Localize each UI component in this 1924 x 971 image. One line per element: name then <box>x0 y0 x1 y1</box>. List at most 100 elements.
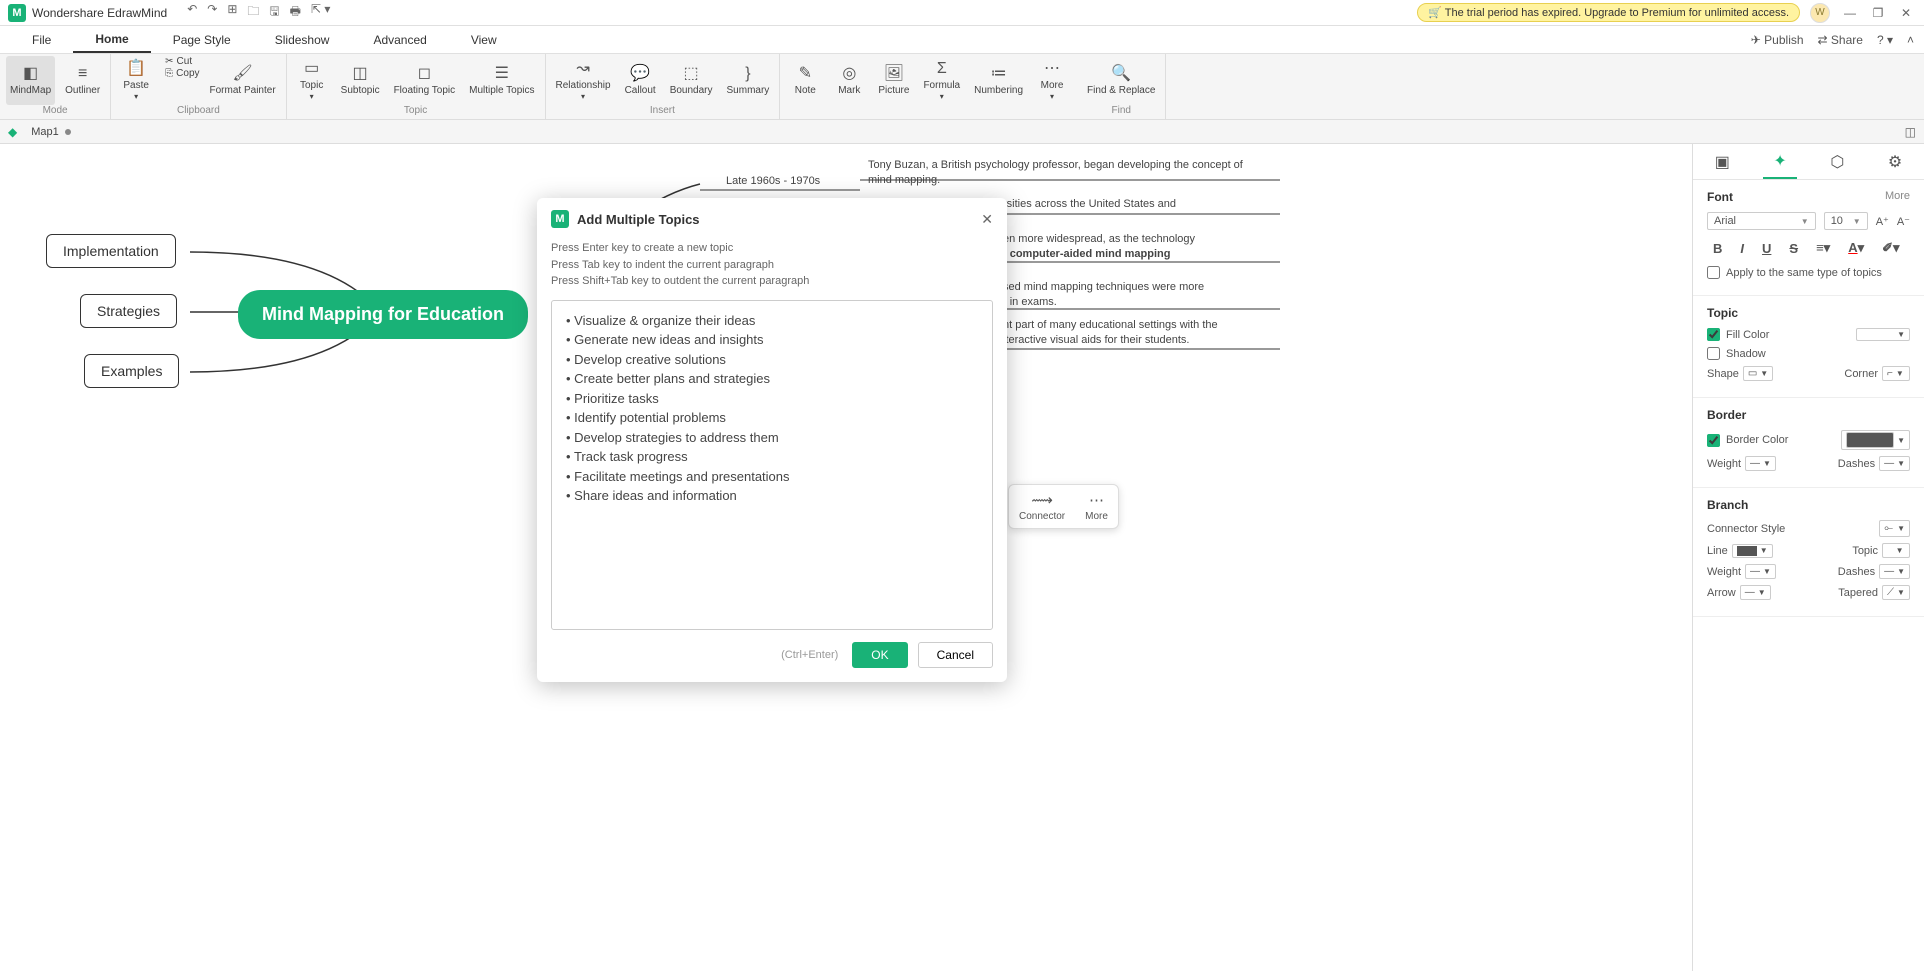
fill-color-select[interactable]: ▼ <box>1856 328 1910 341</box>
minimize-icon[interactable]: — <box>1840 6 1860 20</box>
node-strategies[interactable]: Strategies <box>80 294 177 328</box>
branch-topic-select[interactable]: ▼ <box>1882 543 1910 558</box>
copy-button[interactable]: ⎘ Copy <box>165 68 199 79</box>
border-dashes-select[interactable]: — ▼ <box>1879 456 1910 471</box>
italic-icon[interactable]: I <box>1734 237 1750 260</box>
format-painter-button[interactable]: 🖌Format Painter <box>206 56 280 105</box>
share-button[interactable]: ⇄ Share <box>1818 33 1863 47</box>
branch-dashes-select[interactable]: — ▼ <box>1879 564 1910 579</box>
font-decrease-icon[interactable]: A⁻ <box>1897 215 1910 228</box>
note-button[interactable]: ✎Note <box>786 56 824 105</box>
subtopic-button[interactable]: ◫Subtopic <box>337 56 384 105</box>
corner-select[interactable]: ⌐ ▼ <box>1882 366 1910 381</box>
branch-line-select[interactable]: ▼ <box>1732 544 1773 558</box>
save-icon[interactable]: 🖫 <box>269 2 279 23</box>
document-tab[interactable]: Map1 <box>21 124 81 140</box>
paste-button[interactable]: 📋Paste▾ <box>117 56 155 105</box>
underline-icon[interactable]: U <box>1756 237 1777 260</box>
panel-toggle-icon[interactable]: ◫ <box>1905 125 1916 139</box>
mode-outliner-button[interactable]: ≡Outliner <box>61 56 104 105</box>
print-icon[interactable]: 🖶 <box>290 2 301 23</box>
node-implementation[interactable]: Implementation <box>46 234 176 268</box>
tab-home[interactable]: Home <box>73 26 150 53</box>
relationship-button[interactable]: ↝Relationship▾ <box>552 56 615 105</box>
callout-button[interactable]: 💬Callout <box>621 56 660 105</box>
formula-button[interactable]: ΣFormula▾ <box>919 56 964 105</box>
branch-arrow-select[interactable]: — ▼ <box>1740 585 1771 600</box>
topic-item[interactable]: Create better plans and strategies <box>566 369 978 389</box>
ok-button[interactable]: OK <box>852 642 907 668</box>
bold-icon[interactable]: B <box>1707 237 1728 260</box>
shape-select[interactable]: ▭ ▼ <box>1743 366 1773 381</box>
help-icon[interactable]: ? ▾ <box>1877 33 1893 47</box>
topic-item[interactable]: Prioritize tasks <box>566 389 978 409</box>
topic-item[interactable]: Share ideas and information <box>566 486 978 506</box>
trial-banner[interactable]: 🛒 The trial period has expired. Upgrade … <box>1417 3 1800 22</box>
font-size-select[interactable]: 10▼ <box>1824 212 1868 230</box>
float-more-button[interactable]: ⋯More <box>1075 485 1118 528</box>
close-window-icon[interactable]: ✕ <box>1896 6 1916 20</box>
text-line4[interactable]: sed mind mapping techniques were morer i… <box>1003 280 1204 311</box>
redo-icon[interactable]: ↷ <box>207 2 217 23</box>
publish-button[interactable]: ✈ Publish <box>1751 33 1804 47</box>
tab-view[interactable]: View <box>449 26 519 53</box>
sidetab-layout-icon[interactable]: ▣ <box>1705 146 1740 178</box>
strikethrough-icon[interactable]: S <box>1783 237 1804 260</box>
node-period[interactable]: Late 1960s - 1970s <box>726 174 820 189</box>
font-increase-icon[interactable]: A⁺ <box>1876 215 1889 228</box>
topic-item[interactable]: Generate new ideas and insights <box>566 330 978 350</box>
tab-file[interactable]: File <box>10 26 73 53</box>
dialog-textarea[interactable]: Visualize & organize their ideas Generat… <box>551 300 993 630</box>
topic-item[interactable]: Develop strategies to address them <box>566 428 978 448</box>
topic-item[interactable]: Facilitate meetings and presentations <box>566 467 978 487</box>
sidetab-map-icon[interactable]: ⬡ <box>1820 146 1854 178</box>
font-color-icon[interactable]: A▾ <box>1842 236 1870 260</box>
topic-item[interactable]: Track task progress <box>566 447 978 467</box>
mark-button[interactable]: ◎Mark <box>830 56 868 105</box>
summary-button[interactable]: }Summary <box>723 56 774 105</box>
apply-same-checkbox[interactable] <box>1707 266 1720 279</box>
text-line3[interactable]: en more widespread, as the technologyf c… <box>1003 232 1195 263</box>
branch-weight-select[interactable]: — ▼ <box>1745 564 1776 579</box>
floating-topic-button[interactable]: ◻Floating Topic <box>390 56 460 105</box>
new-icon[interactable]: ⊞ <box>227 2 237 23</box>
border-color-checkbox[interactable] <box>1707 434 1720 447</box>
topic-item[interactable]: Develop creative solutions <box>566 350 978 370</box>
tab-advanced[interactable]: Advanced <box>351 26 448 53</box>
connector-style-select[interactable]: ⟜ ▼ <box>1879 520 1910 537</box>
text-tony-buzan[interactable]: Tony Buzan, a British psychology profess… <box>868 158 1268 189</box>
border-color-select[interactable]: ▼ <box>1841 430 1910 450</box>
topic-button[interactable]: ▭Topic▾ <box>293 56 331 105</box>
align-icon[interactable]: ≡▾ <box>1810 236 1836 260</box>
multiple-topics-button[interactable]: ☰Multiple Topics <box>465 56 538 105</box>
tab-page-style[interactable]: Page Style <box>151 26 253 53</box>
branch-tapered-select[interactable]: ⟋ ▼ <box>1882 585 1910 600</box>
mode-mindmap-button[interactable]: ◧MindMap <box>6 56 55 105</box>
cut-button[interactable]: ✂ Cut <box>165 56 199 67</box>
sidetab-style-icon[interactable]: ✦ <box>1763 145 1796 179</box>
shadow-checkbox[interactable] <box>1707 347 1720 360</box>
undo-icon[interactable]: ↶ <box>187 2 197 23</box>
fill-color-checkbox[interactable] <box>1707 328 1720 341</box>
font-more-link[interactable]: More <box>1885 190 1910 204</box>
boundary-button[interactable]: ⬚Boundary <box>666 56 717 105</box>
user-avatar[interactable]: W <box>1810 3 1830 23</box>
tab-slideshow[interactable]: Slideshow <box>253 26 352 53</box>
dialog-close-icon[interactable]: ✕ <box>981 211 993 228</box>
node-examples[interactable]: Examples <box>84 354 179 388</box>
numbering-button[interactable]: ≔Numbering <box>970 56 1027 105</box>
font-family-select[interactable]: Arial▼ <box>1707 212 1816 230</box>
sidetab-settings-icon[interactable]: ⚙ <box>1878 146 1912 178</box>
node-main-topic[interactable]: Mind Mapping for Education <box>238 290 528 339</box>
topic-item[interactable]: Identify potential problems <box>566 408 978 428</box>
float-connector-button[interactable]: ⟿Connector <box>1009 485 1075 528</box>
canvas[interactable]: Implementation Strategies Examples Mind … <box>0 144 1692 971</box>
highlight-icon[interactable]: ✐▾ <box>1876 236 1905 260</box>
text-line5[interactable]: nt part of many educational settings wit… <box>1003 318 1218 349</box>
cancel-button[interactable]: Cancel <box>918 642 993 668</box>
more-insert-button[interactable]: ⋯More▾ <box>1033 56 1071 105</box>
open-icon[interactable]: 🗀 <box>247 2 259 23</box>
export-icon[interactable]: ⇱ ▾ <box>311 2 330 23</box>
text-line2[interactable]: rsities across the United States and <box>1003 197 1176 212</box>
picture-button[interactable]: 🖼Picture <box>874 56 913 105</box>
